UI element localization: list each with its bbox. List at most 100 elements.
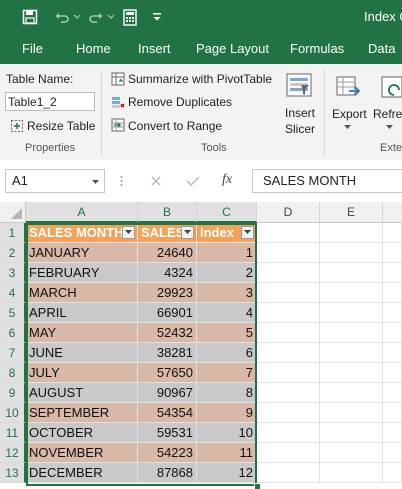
sales-cell[interactable]: 87868 (138, 463, 197, 483)
index-cell[interactable]: 9 (197, 403, 257, 423)
empty-cell[interactable] (257, 383, 320, 403)
save-icon[interactable] (20, 7, 40, 27)
table-name-input[interactable]: Table1_2 (5, 92, 95, 111)
row-header[interactable]: 8 (0, 363, 26, 383)
resize-table-button[interactable]: Resize Table (27, 119, 95, 133)
export-button[interactable]: Export (332, 107, 367, 121)
empty-cell[interactable] (383, 423, 402, 443)
row-header[interactable]: 2 (0, 243, 26, 263)
row-header[interactable]: 13 (0, 463, 26, 483)
empty-cell[interactable] (320, 323, 383, 343)
fill-handle[interactable] (254, 483, 261, 489)
sales-cell[interactable]: 54223 (138, 443, 197, 463)
sales-cell[interactable]: 29923 (138, 283, 197, 303)
tab-home[interactable]: Home (76, 41, 111, 56)
empty-cell[interactable] (320, 403, 383, 423)
select-all-corner[interactable] (0, 202, 26, 223)
column-header-next[interactable] (383, 202, 402, 223)
month-cell[interactable]: SEPTEMBER (26, 403, 138, 423)
insert-slicer-label-2[interactable]: Slicer (285, 122, 315, 136)
row-header[interactable]: 3 (0, 263, 26, 283)
filter-dropdown-icon[interactable] (181, 226, 194, 239)
tab-insert[interactable]: Insert (138, 41, 171, 56)
index-cell[interactable]: 10 (197, 423, 257, 443)
column-header-b[interactable]: B (138, 202, 197, 223)
month-cell[interactable]: JUNE (26, 343, 138, 363)
empty-cell[interactable] (383, 303, 402, 323)
empty-cell[interactable] (257, 303, 320, 323)
month-cell[interactable]: MAY (26, 323, 138, 343)
sales-cell[interactable]: 38281 (138, 343, 197, 363)
sales-cell[interactable]: 57650 (138, 363, 197, 383)
empty-cell[interactable] (320, 223, 383, 243)
sales-cell[interactable]: 24640 (138, 243, 197, 263)
summarize-pivottable-button[interactable]: Summarize with PivotTable (128, 72, 272, 86)
index-cell[interactable]: 2 (197, 263, 257, 283)
undo-icon[interactable] (52, 7, 72, 27)
row-header[interactable]: 7 (0, 343, 26, 363)
index-cell[interactable]: 8 (197, 383, 257, 403)
empty-cell[interactable] (257, 463, 320, 483)
sales-cell[interactable]: 66901 (138, 303, 197, 323)
empty-cell[interactable] (383, 243, 402, 263)
table-header-index[interactable]: Index (197, 223, 257, 243)
month-cell[interactable]: NOVEMBER (26, 443, 138, 463)
sales-cell[interactable]: 52432 (138, 323, 197, 343)
row-header[interactable]: 9 (0, 383, 26, 403)
empty-cell[interactable] (257, 443, 320, 463)
sales-cell[interactable]: 54354 (138, 403, 197, 423)
empty-cell[interactable] (257, 363, 320, 383)
empty-cell[interactable] (320, 363, 383, 383)
insert-slicer-label-1[interactable]: Insert (285, 106, 315, 120)
empty-cell[interactable] (320, 303, 383, 323)
tab-data[interactable]: Data (368, 41, 395, 56)
empty-cell[interactable] (257, 283, 320, 303)
month-cell[interactable]: OCTOBER (26, 423, 138, 443)
empty-cell[interactable] (257, 243, 320, 263)
index-cell[interactable]: 3 (197, 283, 257, 303)
row-header[interactable]: 6 (0, 323, 26, 343)
calculator-icon[interactable] (120, 7, 140, 27)
empty-cell[interactable] (320, 463, 383, 483)
empty-cell[interactable] (383, 263, 402, 283)
empty-cell[interactable] (383, 363, 402, 383)
row-header[interactable]: 11 (0, 423, 26, 443)
month-cell[interactable]: FEBRUARY (26, 263, 138, 283)
month-cell[interactable]: DECEMBER (26, 463, 138, 483)
empty-cell[interactable] (383, 323, 402, 343)
formula-input[interactable]: SALES MONTH (252, 169, 402, 193)
empty-cell[interactable] (383, 343, 402, 363)
month-cell[interactable]: AUGUST (26, 383, 138, 403)
empty-cell[interactable] (320, 263, 383, 283)
empty-cell[interactable] (383, 403, 402, 423)
empty-cell[interactable] (383, 383, 402, 403)
index-cell[interactable]: 6 (197, 343, 257, 363)
empty-cell[interactable] (257, 323, 320, 343)
month-cell[interactable]: APRIL (26, 303, 138, 323)
month-cell[interactable]: MARCH (26, 283, 138, 303)
sales-cell[interactable]: 90967 (138, 383, 197, 403)
row-header[interactable]: 1 (0, 223, 26, 243)
formula-bar-grip-icon[interactable] (118, 173, 124, 189)
index-cell[interactable]: 4 (197, 303, 257, 323)
empty-cell[interactable] (383, 463, 402, 483)
remove-duplicates-button[interactable]: Remove Duplicates (128, 95, 232, 109)
filter-dropdown-icon[interactable] (122, 226, 135, 239)
empty-cell[interactable] (320, 283, 383, 303)
sales-cell[interactable]: 59531 (138, 423, 197, 443)
empty-cell[interactable] (320, 383, 383, 403)
empty-cell[interactable] (320, 243, 383, 263)
column-header-e[interactable]: E (320, 202, 383, 223)
export-dropdown-icon[interactable] (342, 123, 352, 131)
month-cell[interactable]: JANUARY (26, 243, 138, 263)
row-header[interactable]: 12 (0, 443, 26, 463)
row-header[interactable]: 4 (0, 283, 26, 303)
index-cell[interactable]: 11 (197, 443, 257, 463)
tab-page-layout[interactable]: Page Layout (196, 41, 269, 56)
refresh-dropdown-icon[interactable] (384, 123, 394, 131)
month-cell[interactable]: JULY (26, 363, 138, 383)
empty-cell[interactable] (257, 343, 320, 363)
empty-cell[interactable] (257, 423, 320, 443)
enter-formula-icon[interactable] (185, 173, 201, 189)
empty-cell[interactable] (383, 443, 402, 463)
